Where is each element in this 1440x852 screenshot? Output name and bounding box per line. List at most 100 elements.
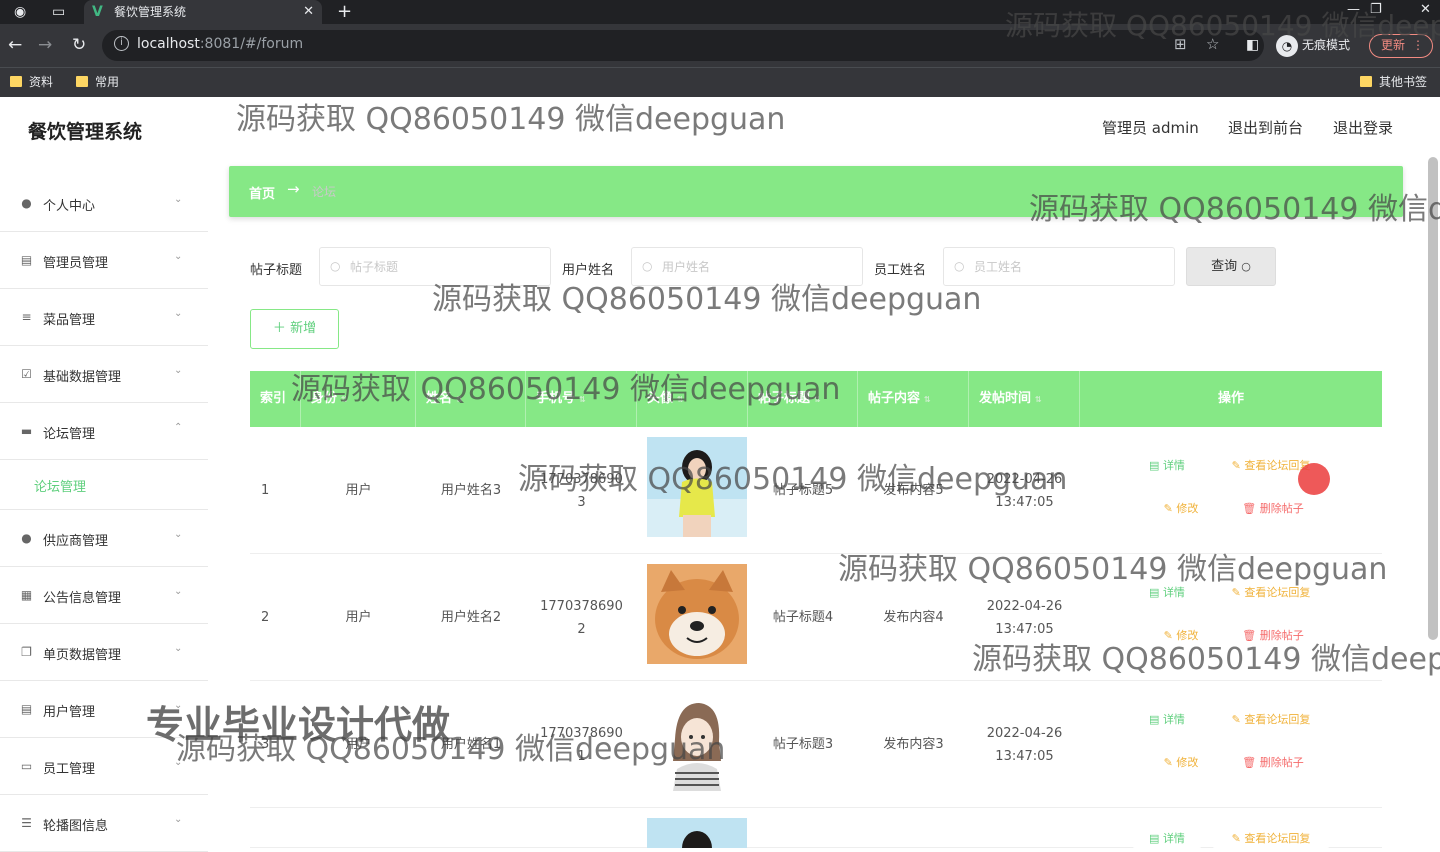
- edit-button[interactable]: ✎ 修改: [1146, 495, 1216, 523]
- sidebar-item-pages[interactable]: ❐ 单页数据管理 ⌄: [0, 624, 208, 681]
- chevron-down-icon: ⌄: [174, 586, 183, 597]
- detail-button[interactable]: ▤ 详情: [1132, 830, 1202, 848]
- breadcrumb-current: 论坛: [312, 185, 337, 199]
- new-tab-icon[interactable]: +: [337, 2, 352, 22]
- sidebar-item-suppliers[interactable]: ● 供应商管理 ⌄: [0, 510, 208, 567]
- sidebar-item-admins[interactable]: ▤ 管理员管理 ⌄: [0, 232, 208, 289]
- search-icon: ○: [954, 259, 965, 273]
- sidebar-item-users[interactable]: ▤ 用户管理 ⌄: [0, 681, 208, 738]
- edit-button[interactable]: ✎ 修改: [1146, 749, 1216, 777]
- kebab-menu-icon[interactable]: ⋮: [1412, 35, 1424, 56]
- sidebar-item-staff[interactable]: ▭ 员工管理 ⌄: [0, 738, 208, 795]
- cell-title: 帖子标题5: [772, 483, 834, 498]
- sidebar-item-basedata[interactable]: ☑ 基础数据管理 ⌄: [0, 346, 208, 403]
- clipboard-icon: ▤: [20, 253, 33, 267]
- update-label: 更新: [1381, 38, 1406, 52]
- cell-title: 帖子标题4: [772, 610, 834, 625]
- view-replies-button[interactable]: ✎ 查看论坛回复: [1212, 706, 1330, 734]
- bookmark-star-icon[interactable]: ☆: [1206, 35, 1219, 53]
- url-path: :8081/#/forum: [199, 36, 304, 52]
- plus-icon: ＋: [272, 321, 286, 336]
- current-user: 管理员 admin: [1102, 119, 1199, 137]
- delete-button[interactable]: 🗑 删除帖子: [1226, 622, 1320, 650]
- close-window-icon[interactable]: ✕: [1420, 0, 1431, 20]
- minimize-icon[interactable]: —: [1347, 0, 1360, 20]
- briefcase-icon: ▬: [20, 424, 33, 438]
- edit-button[interactable]: ✎ 修改: [1146, 622, 1216, 650]
- sidepanel-icon[interactable]: ◧: [1246, 34, 1259, 56]
- incognito-indicator[interactable]: ◔ 无痕模式: [1276, 34, 1350, 57]
- forward-icon[interactable]: →: [38, 34, 52, 56]
- translate-icon[interactable]: ⊞: [1174, 35, 1187, 53]
- avatar-image-dog: [647, 564, 747, 664]
- site-info-icon[interactable]: i: [114, 36, 129, 51]
- sidebar-item-notices[interactable]: ▦ 公告信息管理 ⌄: [0, 567, 208, 624]
- cell-index: 3: [261, 737, 270, 752]
- cell-name: 用户姓名3: [440, 483, 502, 498]
- bookmark-folder-2[interactable]: 常用: [76, 72, 119, 92]
- to-front-link[interactable]: 退出到前台: [1228, 117, 1303, 138]
- detail-button[interactable]: ▤ 详情: [1132, 579, 1202, 607]
- browser-tab-strip: ◉ ▭ V 餐饮管理系统 ✕ + — ❐ ✕: [0, 0, 1440, 24]
- chevron-down-icon: ⌄: [174, 194, 183, 205]
- update-button[interactable]: 更新 ⋮: [1369, 34, 1433, 58]
- header-avatar[interactable]: 头像 ⇅: [637, 371, 748, 427]
- title-filter-input[interactable]: [350, 258, 540, 276]
- restore-icon[interactable]: ❐: [1370, 0, 1382, 20]
- url-host: localhost: [137, 36, 200, 52]
- sidebar-item-dishes[interactable]: ≡ 菜品管理 ⌄: [0, 289, 208, 346]
- reload-icon[interactable]: ↻: [72, 34, 86, 56]
- add-button[interactable]: ＋ 新增: [250, 309, 339, 349]
- browser-menu-icon[interactable]: ◉: [14, 2, 26, 22]
- chevron-down-icon: ⌄: [174, 814, 183, 825]
- sort-icon: ⇅: [924, 395, 931, 404]
- other-bookmarks[interactable]: 其他书签: [1360, 72, 1427, 92]
- sliders-icon: ≡: [21, 310, 32, 324]
- staff-filter-input[interactable]: [974, 258, 1164, 276]
- view-replies-button[interactable]: ✎ 查看论坛回复: [1212, 830, 1330, 848]
- sort-icon: ⇅: [341, 395, 348, 404]
- header-role[interactable]: 身份 ⇅: [301, 371, 416, 427]
- header-name[interactable]: 姓名 ⇅: [416, 371, 526, 427]
- title-filter: ○: [319, 247, 551, 286]
- header-title[interactable]: 帖子标题 ⇅: [748, 371, 858, 427]
- header-content[interactable]: 帖子内容 ⇅: [858, 371, 969, 427]
- close-tab-icon[interactable]: ✕: [303, 0, 314, 24]
- delete-button[interactable]: 🗑 删除帖子: [1226, 749, 1320, 777]
- cell-phone: 1770378690 3: [540, 471, 623, 510]
- header-index[interactable]: 索引: [250, 371, 301, 427]
- delete-button[interactable]: 🗑 删除帖子: [1226, 495, 1320, 523]
- header-actions: 操作: [1217, 391, 1244, 406]
- chart-icon: ▦: [20, 588, 33, 602]
- title-filter-label: 帖子标题: [250, 263, 303, 278]
- tab-search-icon[interactable]: ▭: [52, 2, 65, 22]
- chevron-down-icon: ⌄: [174, 529, 183, 540]
- back-icon[interactable]: ←: [8, 34, 22, 56]
- view-replies-button[interactable]: ✎ 查看论坛回复: [1212, 579, 1330, 607]
- cell-index: 2: [261, 610, 270, 625]
- logout-link[interactable]: 退出登录: [1333, 117, 1393, 138]
- check-square-icon: ☑: [21, 367, 32, 381]
- url-field[interactable]: i localhost:8081/#/forum ⊞ ☆: [102, 30, 1264, 61]
- detail-button[interactable]: ▤ 详情: [1132, 706, 1202, 734]
- sidebar-item-carousel[interactable]: ☰ 轮播图信息 ⌄: [0, 795, 208, 852]
- sidebar-item-profile[interactable]: ● 个人中心 ⌄: [0, 175, 208, 232]
- header-time[interactable]: 发帖时间 ⇅: [969, 371, 1080, 427]
- user-filter-input[interactable]: [662, 258, 852, 276]
- query-button[interactable]: 查询 ○: [1186, 247, 1276, 286]
- user-icon: ●: [21, 196, 32, 210]
- clipboard-icon: ▤: [20, 702, 33, 716]
- bookmarks-bar: 资料 常用 其他书签: [0, 67, 1440, 97]
- breadcrumb-home[interactable]: 首页: [249, 183, 275, 202]
- user-filter-label: 用户姓名: [562, 263, 615, 278]
- sidebar-subitem-forum[interactable]: 论坛管理: [0, 460, 208, 510]
- bookmark-folder-1[interactable]: 资料: [10, 72, 53, 92]
- sidebar-item-forum[interactable]: ▬ 论坛管理 ⌃: [0, 403, 208, 460]
- page-scrollbar[interactable]: [1428, 157, 1438, 640]
- app-title: 餐饮管理系统: [28, 121, 143, 143]
- copy-icon: ❐: [21, 645, 32, 659]
- header-phone[interactable]: 手机号 ⇅: [526, 371, 637, 427]
- browser-tab[interactable]: V 餐饮管理系统 ✕: [84, 0, 322, 24]
- incognito-label: 无痕模式: [1302, 38, 1351, 52]
- detail-button[interactable]: ▤ 详情: [1132, 452, 1202, 480]
